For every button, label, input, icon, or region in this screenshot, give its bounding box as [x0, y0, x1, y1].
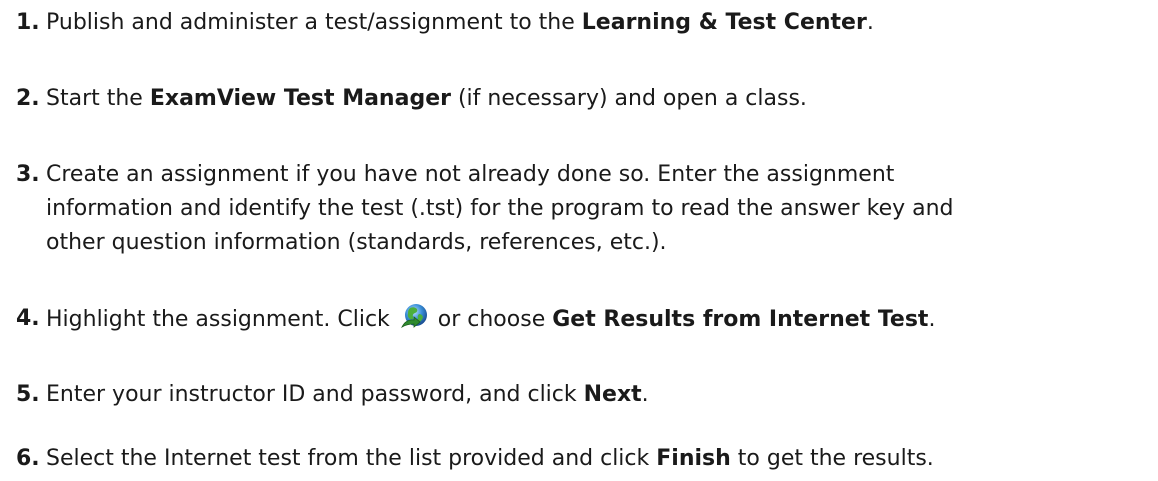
step-text: Start the ExamView Test Manager (if nece… [46, 86, 807, 111]
examview-test-manager-term: ExamView Test Manager [149, 86, 451, 111]
get-internet-results-globe-icon[interactable] [399, 302, 429, 332]
step-number: 4. [16, 306, 40, 331]
finish-term: Finish [656, 446, 731, 471]
step-text: Publish and administer a test/assignment… [46, 10, 874, 35]
step-number: 3. [16, 162, 40, 187]
step-text: Create an assignment if you have not alr… [46, 162, 954, 255]
learning-test-center-term: Learning & Test Center [581, 10, 867, 35]
step-number: 1. [16, 10, 40, 35]
next-term: Next [583, 382, 642, 407]
step-text: Highlight the assignment. Click or choos… [46, 302, 1146, 337]
step-number: 2. [16, 86, 40, 111]
get-results-menu-term: Get Results from Internet Test [552, 307, 929, 332]
step-number: 5. [16, 382, 40, 407]
step-number: 6. [16, 446, 40, 471]
step-text: Select the Internet test from the list p… [46, 446, 934, 471]
step-text: Enter your instructor ID and password, a… [46, 382, 649, 407]
